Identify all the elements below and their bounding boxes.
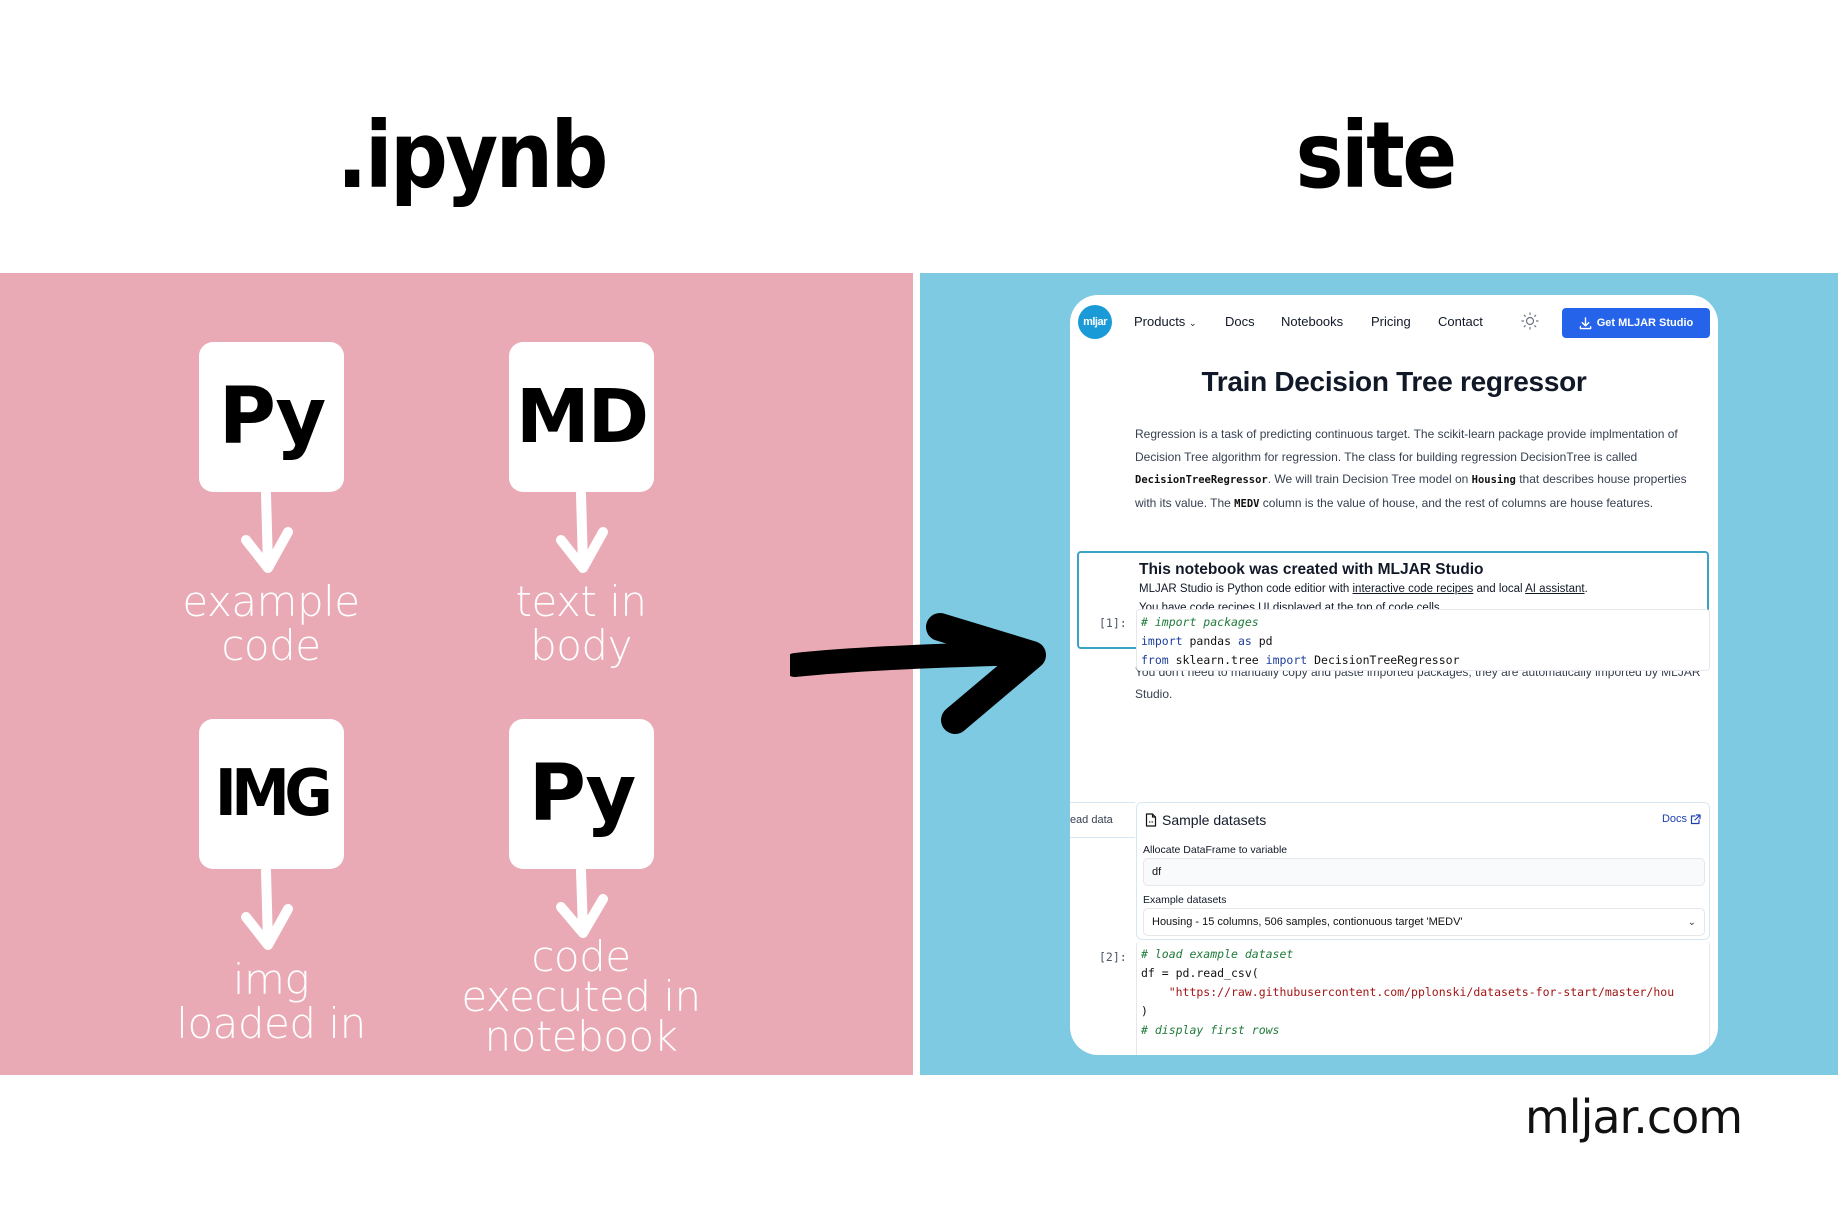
cell-prompt: [2]: (1099, 950, 1127, 964)
caption-line: notebook (484, 1012, 679, 1061)
caption-line: loaded in (176, 999, 366, 1048)
read-data-tab[interactable]: Read data (1070, 802, 1135, 838)
code-cell-2[interactable]: # load example dataset df = pd.read_csv(… (1136, 941, 1710, 1055)
tile-label: Py (218, 372, 326, 462)
code-line: # import packages (1141, 613, 1259, 633)
sample-datasets-recipe: Sample datasets Docs Allocate DataFrame … (1136, 802, 1710, 940)
caption-text-in-body: text in body (431, 580, 731, 668)
code-line: # load example dataset (1141, 945, 1293, 965)
page-title: Train Decision Tree regressor (1201, 366, 1587, 397)
intro-text: Regression is a task of predicting conti… (1135, 427, 1678, 464)
nav-products[interactable]: Products ⌄ (1134, 314, 1196, 329)
banner-text: and local (1473, 583, 1526, 595)
recipes-link[interactable]: interactive code recipes (1353, 583, 1474, 595)
intro-paragraph: Regression is a task of predicting conti… (1135, 423, 1705, 515)
docs-label: Docs (1661, 813, 1687, 825)
select-value: Housing - 15 columns, 506 samples, conti… (1152, 916, 1463, 928)
inline-code: DecisionTreeRegressor (1135, 474, 1268, 486)
caption-line: body (530, 621, 632, 670)
caption-example-code: example code (121, 580, 421, 668)
code-line: # display first rows (1141, 1021, 1279, 1041)
cell-prompt: [1]: (1099, 616, 1127, 630)
down-arrow-icon (556, 492, 608, 573)
datasets-select[interactable]: Housing - 15 columns, 506 samples, conti… (1143, 908, 1705, 936)
docs-link[interactable]: Docs (1662, 813, 1701, 825)
img-tile: IMG (199, 719, 344, 869)
tile-label: Py (528, 749, 636, 839)
code-keyword: import (1141, 634, 1183, 648)
datasets-label: Example datasets (1143, 894, 1227, 906)
code-keyword: as (1237, 634, 1252, 648)
tile-label: IMG (215, 757, 333, 831)
code-comment: # import packages (1141, 615, 1259, 629)
code-line: "https://raw.githubusercontent.com/pplon… (1141, 985, 1675, 999)
file-icon (1145, 813, 1157, 827)
mljar-logo[interactable]: mljar (1078, 305, 1112, 339)
site-navbar: mljar Products ⌄ Docs Notebooks Pricing … (1070, 295, 1718, 355)
ai-assistant-link[interactable]: AI assistant (1525, 583, 1584, 595)
down-arrow-icon (241, 492, 293, 573)
recipe-title: Sample datasets (1145, 812, 1266, 828)
code-text: pandas (1182, 634, 1238, 648)
site-heading: site (1295, 102, 1457, 209)
tile-label: MD (515, 374, 649, 460)
intro-text: column is the value of house, and the re… (1259, 495, 1654, 510)
cta-label: Get MLJAR Studio (1596, 317, 1694, 329)
nav-pricing[interactable]: Pricing (1371, 314, 1411, 329)
nav-label: Products (1134, 314, 1186, 329)
py-tile: Py (199, 342, 344, 492)
code-comment: # display first rows (1141, 1023, 1280, 1037)
caption-line: code (221, 621, 321, 670)
ipynb-heading: .ipynb (336, 102, 609, 209)
chevron-down-icon: ⌄ (1687, 917, 1696, 928)
caption-line: example (182, 577, 360, 626)
caption-line: text in (515, 577, 647, 626)
banner-line-1: MLJAR Studio is Python code editior with… (1139, 583, 1588, 595)
py-exec-tile: Py (509, 719, 654, 869)
variable-label: Allocate DataFrame to variable (1143, 844, 1288, 856)
site-screenshot: mljar Products ⌄ Docs Notebooks Pricing … (1070, 295, 1718, 1055)
code-line: import pandas as pd (1141, 632, 1273, 652)
code-line: from sklearn.tree import DecisionTreeReg… (1141, 651, 1460, 671)
brand-footer: mljar.com (1525, 1090, 1743, 1144)
recipe-title-text: Sample datasets (1162, 812, 1267, 828)
inline-code: Housing (1471, 474, 1516, 486)
down-arrow-icon (556, 869, 608, 938)
code-keyword: from (1141, 653, 1169, 667)
variable-input[interactable]: df (1143, 858, 1705, 886)
inline-code: MEDV (1234, 497, 1260, 510)
code-cell-1[interactable]: # import packages import pandas as pd fr… (1136, 609, 1710, 671)
code-line: df = pd.read_csv( (1141, 966, 1259, 980)
banner-text: MLJAR Studio is Python code editior with (1139, 583, 1353, 595)
code-text: sklearn.tree (1168, 653, 1266, 667)
code-keyword: import (1265, 653, 1308, 667)
tab-label: Read data (1070, 814, 1113, 826)
nav-docs[interactable]: Docs (1225, 314, 1255, 329)
external-link-icon (1690, 813, 1701, 824)
right-arrow-icon (790, 613, 1046, 734)
caption-line: img (232, 955, 310, 1004)
code-text: pd (1251, 634, 1273, 648)
get-mljar-studio-button[interactable]: Get MLJAR Studio (1562, 308, 1710, 338)
intro-text: . We will train Decision Tree model on (1267, 472, 1472, 486)
md-tile: MD (509, 342, 654, 492)
banner-text: . (1584, 583, 1588, 595)
code-line: ) (1141, 1004, 1148, 1018)
caption-img-loaded: img loaded in (121, 958, 421, 1046)
code-text: DecisionTreeRegressor (1307, 653, 1460, 667)
caption-line: executed in (461, 972, 701, 1021)
chevron-down-icon: ⌄ (1188, 318, 1197, 328)
nav-notebooks[interactable]: Notebooks (1281, 314, 1343, 329)
caption-code-executed: code executed in notebook (431, 932, 731, 1061)
down-arrow-icon (241, 869, 293, 950)
caption-line: code (531, 932, 631, 981)
download-icon (1579, 316, 1592, 329)
banner-title: This notebook was created with MLJAR Stu… (1139, 561, 1484, 578)
nav-contact[interactable]: Contact (1438, 314, 1483, 329)
sun-icon[interactable] (1520, 311, 1540, 331)
code-comment: # load example dataset (1141, 947, 1294, 961)
